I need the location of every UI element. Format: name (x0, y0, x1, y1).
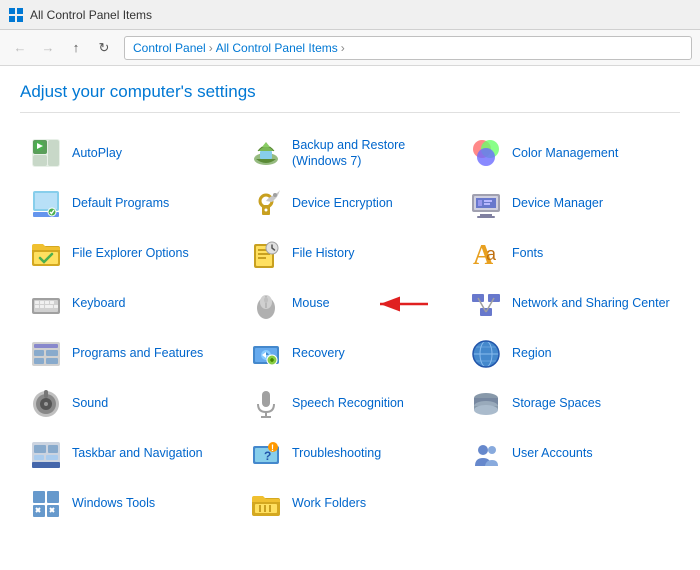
item-troubleshooting[interactable]: ? ! Troubleshooting (240, 430, 460, 478)
file-explorer-options-icon (30, 238, 62, 270)
item-color-management[interactable]: Color Management (460, 129, 680, 178)
file-history-label: File History (292, 245, 355, 261)
autoplay-icon (30, 137, 62, 169)
device-encryption-label: Device Encryption (292, 195, 393, 211)
recovery-label: Recovery (292, 345, 345, 361)
region-label: Region (512, 345, 552, 361)
speech-recognition-icon (250, 388, 282, 420)
item-windows-tools[interactable]: Windows Tools (20, 480, 240, 528)
network-sharing-label: Network and Sharing Center (512, 295, 670, 311)
item-work-folders[interactable]: Work Folders (240, 480, 460, 528)
window-title: All Control Panel Items (30, 8, 152, 22)
fonts-icon: A a (470, 238, 502, 270)
work-folders-label: Work Folders (292, 495, 366, 511)
back-button[interactable]: ← (8, 36, 32, 60)
items-grid: AutoPlay Backup and Restore (Windows 7) (20, 129, 680, 528)
title-bar: All Control Panel Items (0, 0, 700, 30)
breadcrumb-all-items[interactable]: All Control Panel Items (216, 41, 338, 55)
refresh-button[interactable]: ↻ (92, 36, 116, 60)
troubleshooting-icon: ? ! (250, 438, 282, 470)
item-user-accounts[interactable]: User Accounts (460, 430, 680, 478)
windows-tools-icon (30, 488, 62, 520)
svg-text:!: ! (271, 443, 274, 453)
network-sharing-icon (470, 288, 502, 320)
item-default-programs[interactable]: Default Programs (20, 180, 240, 228)
item-autoplay[interactable]: AutoPlay (20, 129, 240, 178)
default-programs-label: Default Programs (72, 195, 169, 211)
breadcrumb-sep-1: › (209, 41, 213, 55)
item-speech-recognition[interactable]: Speech Recognition (240, 380, 460, 428)
troubleshooting-label: Troubleshooting (292, 445, 381, 461)
region-icon (470, 338, 502, 370)
device-encryption-icon (250, 188, 282, 220)
nav-bar: ← → ↑ ↻ Control Panel › All Control Pane… (0, 30, 700, 66)
item-region[interactable]: Region (460, 330, 680, 378)
item-network-sharing[interactable]: Network and Sharing Center (460, 280, 680, 328)
programs-features-label: Programs and Features (72, 345, 203, 361)
breadcrumb-sep-2: › (341, 41, 345, 55)
programs-features-icon (30, 338, 62, 370)
storage-spaces-label: Storage Spaces (512, 395, 601, 411)
taskbar-navigation-icon (30, 438, 62, 470)
fonts-label: Fonts (512, 245, 543, 261)
item-file-explorer-options[interactable]: File Explorer Options (20, 230, 240, 278)
color-management-label: Color Management (512, 145, 618, 161)
autoplay-label: AutoPlay (72, 145, 122, 161)
item-sound[interactable]: Sound (20, 380, 240, 428)
main-content: Adjust your computer's settings AutoPlay (0, 66, 700, 570)
item-mouse[interactable]: Mouse (240, 280, 460, 328)
window-icon (8, 7, 24, 23)
taskbar-navigation-label: Taskbar and Navigation (72, 445, 203, 461)
address-bar[interactable]: Control Panel › All Control Panel Items … (124, 36, 692, 60)
item-storage-spaces[interactable]: Storage Spaces (460, 380, 680, 428)
color-management-icon (470, 137, 502, 169)
svg-text:a: a (486, 244, 497, 264)
mouse-label: Mouse (292, 295, 330, 311)
item-device-encryption[interactable]: Device Encryption (240, 180, 460, 228)
item-backup-restore[interactable]: Backup and Restore (Windows 7) (240, 129, 460, 178)
page-heading: Adjust your computer's settings (20, 82, 680, 113)
item-recovery[interactable]: Recovery (240, 330, 460, 378)
item-programs-features[interactable]: Programs and Features (20, 330, 240, 378)
keyboard-label: Keyboard (72, 295, 126, 311)
mouse-arrow-annotation (370, 289, 430, 319)
item-fonts[interactable]: A a Fonts (460, 230, 680, 278)
breadcrumb-control-panel[interactable]: Control Panel (133, 41, 206, 55)
sound-icon (30, 388, 62, 420)
work-folders-icon (250, 488, 282, 520)
recovery-icon (250, 338, 282, 370)
mouse-icon (250, 288, 282, 320)
keyboard-icon (30, 288, 62, 320)
storage-spaces-icon (470, 388, 502, 420)
file-explorer-options-label: File Explorer Options (72, 245, 189, 261)
forward-button[interactable]: → (36, 36, 60, 60)
item-keyboard[interactable]: Keyboard (20, 280, 240, 328)
item-device-manager[interactable]: Device Manager (460, 180, 680, 228)
device-manager-icon (470, 188, 502, 220)
user-accounts-icon (470, 438, 502, 470)
device-manager-label: Device Manager (512, 195, 603, 211)
sound-label: Sound (72, 395, 108, 411)
backup-restore-icon (250, 137, 282, 169)
backup-restore-label: Backup and Restore (Windows 7) (292, 137, 450, 170)
user-accounts-label: User Accounts (512, 445, 593, 461)
item-taskbar-navigation[interactable]: Taskbar and Navigation (20, 430, 240, 478)
default-programs-icon (30, 188, 62, 220)
item-file-history[interactable]: File History (240, 230, 460, 278)
up-button[interactable]: ↑ (64, 36, 88, 60)
speech-recognition-label: Speech Recognition (292, 395, 404, 411)
file-history-icon (250, 238, 282, 270)
windows-tools-label: Windows Tools (72, 495, 155, 511)
